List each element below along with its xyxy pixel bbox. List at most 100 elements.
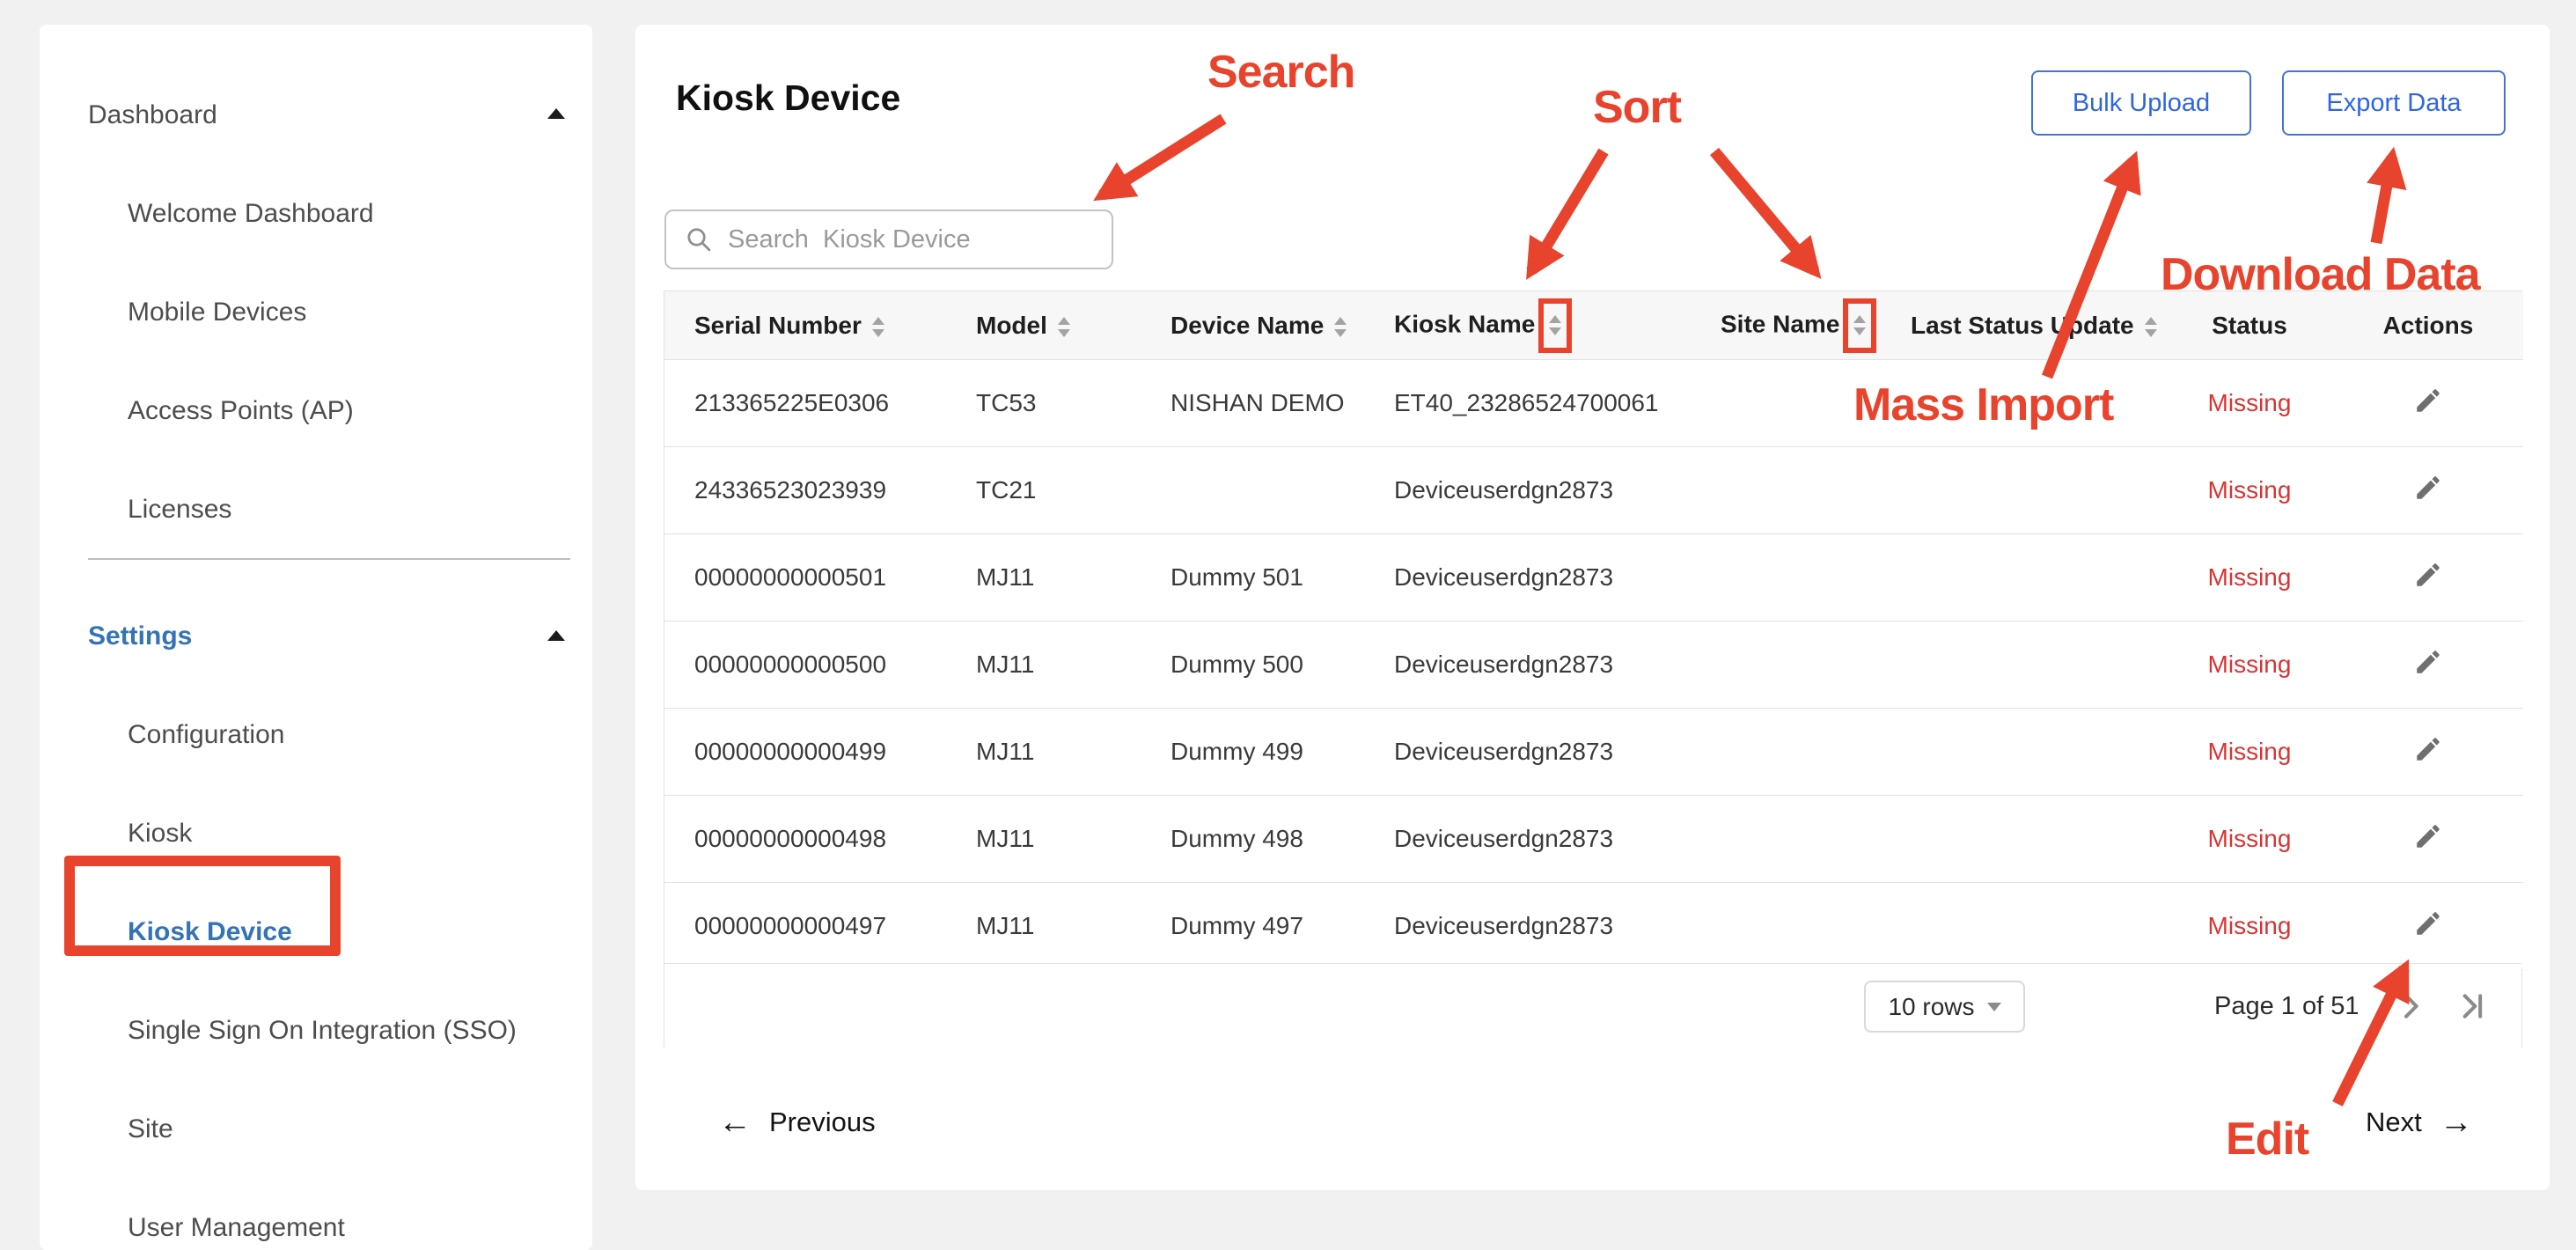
annotation-download-data: Download Data [2161, 248, 2480, 301]
status-badge: Missing [2208, 389, 2292, 416]
cell-actions [2333, 709, 2523, 796]
cell-status: Missing [2166, 534, 2333, 621]
col-header-site-name[interactable]: Site Name [1691, 291, 1881, 360]
cell-actions [2333, 883, 2523, 970]
sidebar-item-sso[interactable]: Single Sign On Integration (SSO) [128, 1016, 517, 1046]
cell-device-name: Dummy 499 [1141, 709, 1364, 796]
sidebar-item-site[interactable]: Site [128, 1114, 173, 1144]
cell-last-status-update [1881, 447, 2166, 534]
table-row: 00000000000500 MJ11 Dummy 500 Deviceuser… [664, 621, 2523, 709]
previous-link[interactable]: ← Previous [718, 1106, 876, 1139]
cell-kiosk-name: Deviceuserdgn2873 [1364, 447, 1691, 534]
next-label: Next [2366, 1107, 2422, 1138]
search-icon [686, 226, 712, 253]
sidebar-item-dashboard[interactable]: Dashboard [88, 100, 217, 130]
kiosk-device-page: Dashboard Welcome Dashboard Mobile Devic… [0, 0, 2576, 1250]
collapse-settings-icon[interactable] [547, 630, 565, 641]
cell-kiosk-name: Deviceuserdgn2873 [1364, 534, 1691, 621]
cell-serial: 00000000000500 [664, 621, 946, 709]
edit-button[interactable] [2413, 908, 2443, 941]
cell-device-name: Dummy 497 [1141, 883, 1364, 970]
table-row: 00000000000501 MJ11 Dummy 501 Deviceuser… [664, 534, 2523, 621]
col-header-actions: Actions [2333, 291, 2523, 360]
sidebar-item-kiosk[interactable]: Kiosk [128, 819, 192, 849]
sort-icon[interactable] [1334, 317, 1347, 337]
status-badge: Missing [2208, 476, 2292, 504]
edit-button[interactable] [2413, 734, 2443, 767]
sort-icon[interactable] [1853, 315, 1866, 335]
cell-serial: 24336523023939 [664, 447, 946, 534]
col-header-last-status-update[interactable]: Last Status Update [1881, 291, 2166, 360]
cell-site-name [1691, 883, 1881, 970]
chevron-down-icon [1987, 1003, 2001, 1011]
edit-button[interactable] [2413, 821, 2443, 854]
col-header-serial-number[interactable]: Serial Number [664, 291, 946, 360]
cell-serial: 00000000000498 [664, 796, 946, 883]
bulk-upload-button[interactable]: Bulk Upload [2031, 70, 2251, 136]
page-info: Page 1 of 51 [2214, 964, 2359, 1049]
edit-button[interactable] [2413, 473, 2443, 505]
col-header-kiosk-name[interactable]: Kiosk Name [1364, 291, 1691, 360]
cell-model: MJ11 [946, 883, 1141, 970]
sort-icon[interactable] [2145, 317, 2157, 337]
cell-kiosk-name: Deviceuserdgn2873 [1364, 883, 1691, 970]
cell-last-status-update [1881, 534, 2166, 621]
sort-icon[interactable] [1058, 317, 1070, 337]
edit-button[interactable] [2413, 647, 2443, 680]
sidebar-item-welcome-dashboard[interactable]: Welcome Dashboard [128, 199, 374, 229]
col-header-device-name[interactable]: Device Name [1141, 291, 1364, 360]
cell-model: MJ11 [946, 796, 1141, 883]
pencil-icon [2413, 908, 2443, 938]
cell-actions [2333, 360, 2523, 447]
search-input[interactable] [726, 224, 1082, 255]
cell-status: Missing [2166, 360, 2333, 447]
edit-button[interactable] [2413, 560, 2443, 592]
col-header-model[interactable]: Model [946, 291, 1141, 360]
sidebar-item-user-management[interactable]: User Management [128, 1213, 345, 1243]
page-title: Kiosk Device [676, 77, 900, 119]
cell-actions [2333, 621, 2523, 709]
status-badge: Missing [2208, 825, 2292, 852]
cell-device-name: NISHAN DEMO [1141, 360, 1364, 447]
cell-model: MJ11 [946, 534, 1141, 621]
sort-icon[interactable] [872, 317, 884, 337]
table-row: 24336523023939 TC21 Deviceuserdgn2873 Mi… [664, 447, 2523, 534]
collapse-dashboard-icon[interactable] [547, 108, 565, 119]
export-data-button[interactable]: Export Data [2282, 70, 2506, 136]
pencil-icon [2413, 821, 2443, 851]
edit-button[interactable] [2413, 386, 2443, 418]
pencil-icon [2413, 386, 2443, 415]
sidebar-item-access-points[interactable]: Access Points (AP) [128, 396, 354, 426]
cell-kiosk-name: Deviceuserdgn2873 [1364, 621, 1691, 709]
cell-site-name [1691, 360, 1881, 447]
arrow-right-icon: → [2440, 1106, 2473, 1139]
cell-last-status-update [1881, 621, 2166, 709]
sidebar-item-configuration[interactable]: Configuration [128, 720, 284, 750]
rows-per-page-value: 10 rows [1888, 993, 1974, 1021]
table-row: 213365225E0306 TC53 NISHAN DEMO ET40_232… [664, 360, 2523, 447]
cell-kiosk-name: ET40_23286524700061 [1364, 360, 1691, 447]
sidebar-item-mobile-devices[interactable]: Mobile Devices [128, 298, 306, 327]
sort-highlight-box-site-name [1843, 298, 1876, 353]
cell-model: TC53 [946, 360, 1141, 447]
col-header-status: Status [2166, 291, 2333, 360]
annotation-sort: Sort [1593, 81, 1681, 134]
cell-site-name [1691, 796, 1881, 883]
sidebar-item-settings[interactable]: Settings [88, 621, 192, 651]
cell-serial: 00000000000501 [664, 534, 946, 621]
cell-last-status-update [1881, 796, 2166, 883]
cell-actions [2333, 796, 2523, 883]
sort-icon[interactable] [1549, 315, 1561, 335]
rows-per-page-dropdown[interactable]: 10 rows [1864, 981, 2025, 1033]
cell-actions [2333, 534, 2523, 621]
cell-last-status-update [1881, 883, 2166, 970]
next-link[interactable]: Next → [2366, 1106, 2473, 1139]
cell-device-name: Dummy 500 [1141, 621, 1364, 709]
sort-highlight-box-kiosk-name [1538, 298, 1572, 353]
cell-device-name [1141, 447, 1364, 534]
sidebar-settings-label: Settings [88, 621, 192, 651]
next-page-icon[interactable] [2393, 989, 2428, 1028]
last-page-icon[interactable] [2455, 989, 2490, 1028]
sidebar-item-licenses[interactable]: Licenses [128, 495, 231, 525]
cell-site-name [1691, 447, 1881, 534]
